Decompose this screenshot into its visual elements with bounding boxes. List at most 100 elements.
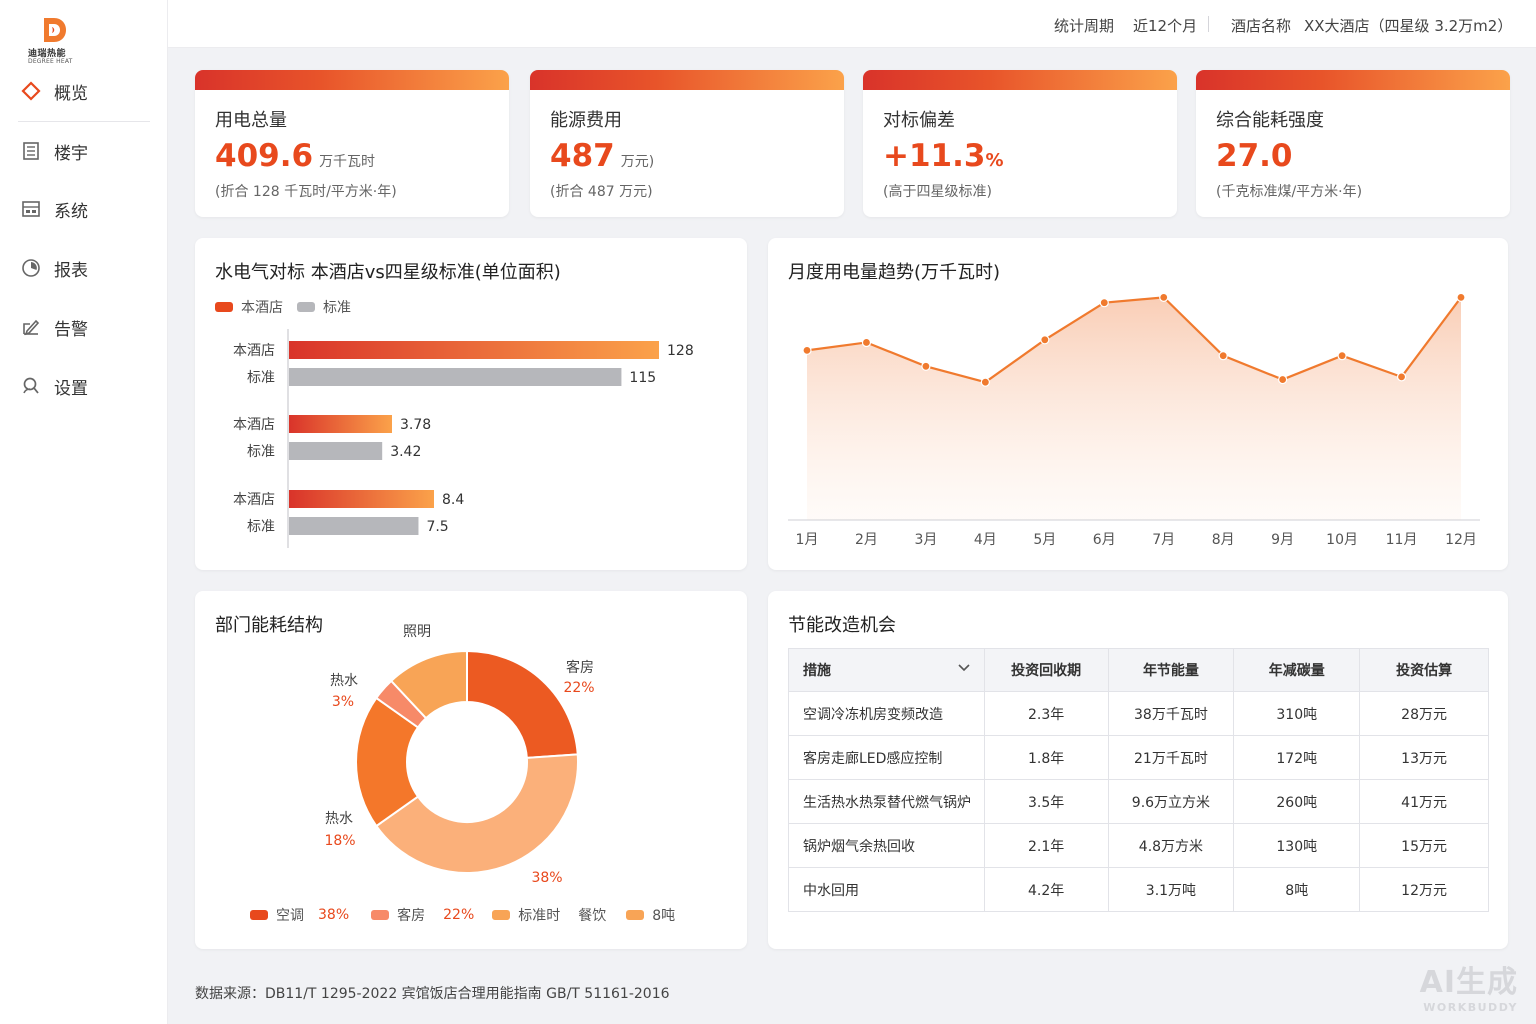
nav-item-reports[interactable]: 报表: [20, 253, 88, 283]
table-cell: 4.2年: [983, 867, 1109, 912]
structure-panel: 部门能耗结构 客房 22% 38% 热水 18% 热水 3% 照明 空调 38% 客房 22%…: [195, 591, 747, 949]
bar-value-label: 7.5: [426, 519, 448, 535]
nav-item-buildings[interactable]: 楼宇: [20, 136, 88, 166]
kpi-title: 用电总量: [215, 110, 287, 131]
brand-name-en: DEGREE HEAT: [28, 58, 73, 65]
alert-icon: [20, 316, 42, 338]
column-header-payback: 投资回收期: [983, 648, 1109, 692]
table-cell: 锅炉烟气余热回收: [788, 823, 985, 868]
table-cell: 空调冷冻机房变频改造: [788, 691, 985, 736]
nav-item-alerts[interactable]: 告警: [20, 312, 88, 342]
sidebar: 迪瑞热能 DEGREE HEAT 概览 楼宇 系统 报表 告警 设置: [0, 0, 168, 1024]
table-cell: 1.8年: [983, 735, 1109, 780]
kpi-card-intensity: 综合能耗强度 27.0 (千克标准煤/平方米·年): [1196, 70, 1510, 217]
nav-label: 概览: [54, 83, 88, 104]
x-tick-label: 9月: [1271, 532, 1294, 548]
table-cell: 130吨: [1233, 823, 1361, 868]
period-label: 统计周期: [1054, 17, 1115, 35]
table-header-row: 措施 投资回收期 年节能量 年减碳量 投资估算: [788, 648, 1489, 692]
kpi-card-cost: 能源费用 487 万元) (折合 487 万元): [530, 70, 844, 217]
hotel-selector[interactable]: XX大酒店（四星级 3.2万m2）: [1304, 15, 1512, 36]
column-header-measure[interactable]: 措施: [788, 648, 985, 692]
x-tick-label: 2月: [855, 532, 878, 548]
kpi-note: (千克标准煤/平方米·年): [1216, 184, 1363, 200]
legend-swatch: [492, 910, 511, 920]
x-tick-label: 12月: [1445, 532, 1477, 548]
slice-name-label: 客房: [566, 659, 594, 676]
settings-icon: [20, 375, 42, 397]
table-cell: 15万元: [1359, 823, 1489, 868]
trend-point: [1099, 298, 1109, 308]
trend-point: [1159, 292, 1169, 303]
period-selector[interactable]: 近12个月: [1133, 15, 1197, 36]
logo-mark-icon: [44, 18, 66, 42]
trend-panel: 月度用电量趋势(万千瓦时) 1月 2月 3月 4月 5月 6月 7月 8月 9月 10月 11月 12…: [768, 238, 1508, 570]
kpi-accent-bar: [195, 70, 509, 90]
column-header-energy-saving: 年节能量: [1107, 648, 1235, 692]
x-tick-label: 6月: [1093, 532, 1116, 548]
nav-label: 系统: [54, 201, 88, 222]
table-cell: 4.8万方米: [1107, 823, 1235, 868]
kpi-note: (高于四星级标准): [883, 184, 992, 200]
nav-item-overview[interactable]: 概览: [20, 76, 88, 106]
kpi-title: 能源费用: [550, 110, 622, 131]
diamond-icon: [20, 80, 42, 102]
watermark-sub: WORKBUDDY: [1423, 1001, 1518, 1014]
table-row[interactable]: 客房走廊LED感应控制 1.8年 21万千瓦时 172吨 13万元: [788, 735, 1489, 780]
trend-point: [802, 345, 812, 356]
benchmark-bar: [289, 341, 659, 359]
table-cell: 生活热水热泵替代燃气锅炉: [788, 779, 985, 824]
kpi-value: +11.3%: [883, 138, 1004, 174]
kpi-card-deviation: 对标偏差 +11.3% (高于四星级标准): [863, 70, 1177, 217]
benchmark-bar: [289, 442, 383, 460]
table-row[interactable]: 生活热水热泵替代燃气锅炉 3.5年 9.6万立方米 260吨 41万元: [788, 779, 1489, 824]
benchmark-panel: 水电气对标 本酒店vs四星级标准(单位面积) 本酒店 标准 128 本酒店 115 标…: [195, 238, 747, 570]
table-row[interactable]: 中水回用 4.2年 3.1万吨 8吨 12万元: [788, 867, 1489, 912]
x-tick-label: 11月: [1386, 532, 1418, 548]
brand-logo[interactable]: 迪瑞热能 DEGREE HEAT: [22, 14, 82, 66]
nav-item-settings[interactable]: 设置: [20, 371, 88, 401]
trend-area: [807, 297, 1461, 520]
nav-label: 报表: [54, 260, 88, 281]
trend-point: [921, 361, 931, 371]
bar-value-label: 3.42: [390, 444, 421, 460]
table-cell: 客房走廊LED感应控制: [788, 735, 985, 780]
chevron-down-icon[interactable]: [958, 660, 970, 676]
category-label: 标准: [247, 519, 275, 535]
column-header-investment: 投资估算: [1359, 648, 1489, 692]
trend-point: [1278, 374, 1288, 385]
system-icon: [20, 198, 42, 220]
table-cell: 2.3年: [983, 691, 1109, 736]
x-tick-label: 7月: [1152, 532, 1175, 548]
slice-name-label: 热水: [330, 673, 358, 689]
kpi-accent-bar: [863, 70, 1177, 90]
hotel-label: 酒店名称: [1231, 17, 1292, 35]
kpi-number: 27.0: [1216, 138, 1293, 174]
bar-value-label: 3.78: [400, 417, 431, 433]
opportunities-table: 措施 投资回收期 年节能量 年减碳量 投资估算 空调冷冻机房变频改造 2.3年 38…: [788, 648, 1489, 912]
legend-label: 标准时: [518, 908, 561, 924]
category-label: 本酒店: [233, 417, 275, 433]
x-tick-label: 8月: [1212, 532, 1235, 548]
trend-point: [1218, 351, 1228, 361]
opportunities-panel: 节能改造机会 措施 投资回收期 年节能量 年减碳量 投资估算 空调冷冻机房变频改…: [768, 591, 1508, 949]
slice-percent-label: 22%: [563, 680, 594, 696]
kpi-number: +11.3: [883, 138, 986, 174]
table-row[interactable]: 空调冷冻机房变频改造 2.3年 38万千瓦时 310吨 28万元: [788, 691, 1489, 736]
kpi-accent-bar: [1196, 70, 1510, 90]
nav-item-systems[interactable]: 系统: [20, 194, 88, 224]
benchmark-bar: [289, 517, 419, 535]
legend-swatch: [371, 910, 390, 920]
table-cell: 38万千瓦时: [1107, 691, 1235, 736]
kpi-title: 综合能耗强度: [1216, 110, 1324, 131]
table-cell: 13万元: [1359, 735, 1489, 780]
column-header-carbon-reduction: 年减碳量: [1233, 648, 1361, 692]
legend-label: 空调: [276, 908, 304, 924]
kpi-card-electricity: 用电总量 409.6 万千瓦时 (折合 128 千瓦时/平方米·年): [195, 70, 509, 217]
slice-percent-label: 3%: [332, 694, 354, 710]
table-cell: 12万元: [1359, 867, 1489, 912]
data-source-footer: 数据来源：DB11/T 1295-2022 宾馆饭店合理用能指南 GB/T 51…: [195, 986, 670, 1002]
trend-point: [1456, 292, 1466, 303]
table-row[interactable]: 锅炉烟气余热回收 2.1年 4.8万方米 130吨 15万元: [788, 823, 1489, 868]
watermark-main: AI生成: [1419, 965, 1518, 1000]
